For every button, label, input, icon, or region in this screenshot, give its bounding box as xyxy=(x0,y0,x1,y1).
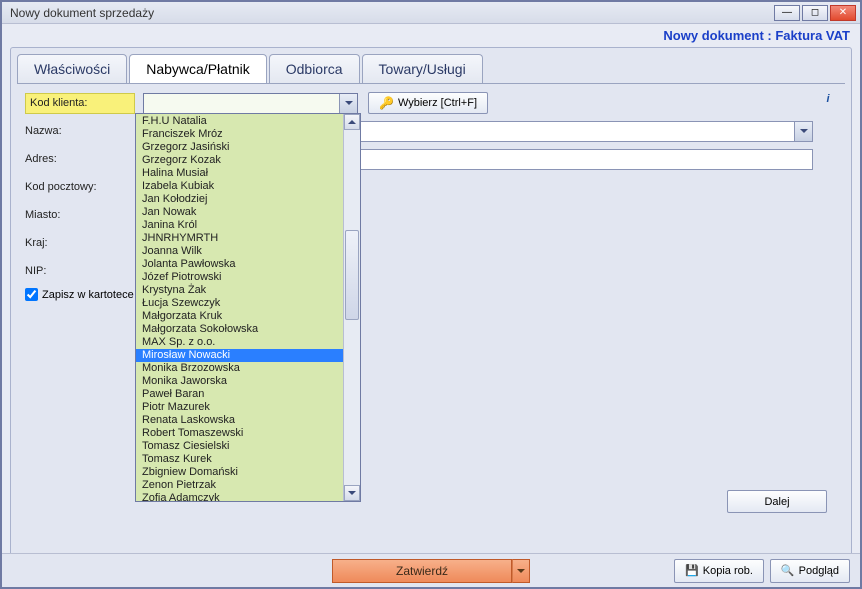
kod-klienta-dropdown-arrow[interactable] xyxy=(339,94,357,113)
zatwierdz-dropdown-arrow[interactable] xyxy=(512,559,530,583)
kopia-rob-button[interactable]: 💾 Kopia rob. xyxy=(674,559,764,583)
bottom-toolbar: Zatwierdź 💾 Kopia rob. 🔍 Podgląd xyxy=(2,553,860,587)
client-list-item[interactable]: Łucja Szewczyk xyxy=(136,297,343,310)
tab-odbiorca[interactable]: Odbiorca xyxy=(269,54,360,83)
client-list-item[interactable]: Józef Piotrowski xyxy=(136,271,343,284)
client-list-item[interactable]: JHNRHYMRTH xyxy=(136,232,343,245)
client-list-item[interactable]: Janina Król xyxy=(136,219,343,232)
client-list-item[interactable]: Paweł Baran xyxy=(136,388,343,401)
client-list-item[interactable]: Joanna Wilk xyxy=(136,245,343,258)
chevron-down-icon xyxy=(345,99,353,107)
client-list-item[interactable]: Zofia Adamczyk xyxy=(136,492,343,501)
scroll-down-arrow[interactable] xyxy=(344,485,360,501)
disk-icon: 💾 xyxy=(685,564,699,577)
search-icon: 🔑 xyxy=(379,96,394,110)
scroll-up-arrow[interactable] xyxy=(344,114,360,130)
zapisz-checkbox[interactable] xyxy=(25,288,38,301)
client-list-item[interactable]: Robert Tomaszewski xyxy=(136,427,343,440)
close-button[interactable]: ✕ xyxy=(830,5,856,21)
kod-klienta-input[interactable] xyxy=(144,94,339,113)
client-list-item[interactable]: Tomasz Ciesielski xyxy=(136,440,343,453)
kraj-label: Kraj: xyxy=(25,237,135,249)
info-icon[interactable]: i xyxy=(819,90,837,108)
scroll-thumb[interactable] xyxy=(345,230,359,320)
zatwierdz-button[interactable]: Zatwierdź xyxy=(332,559,512,583)
chevron-down-icon xyxy=(348,489,356,497)
chevron-down-icon xyxy=(800,127,808,135)
wybierz-button[interactable]: 🔑 Wybierz [Ctrl+F] xyxy=(368,92,488,114)
dropdown-scrollbar[interactable] xyxy=(343,114,360,501)
client-list-item[interactable]: Izabela Kubiak xyxy=(136,180,343,193)
nazwa-label: Nazwa: xyxy=(25,125,135,137)
client-list-item[interactable]: Jan Nowak xyxy=(136,206,343,219)
miasto-label: Miasto: xyxy=(25,209,135,221)
client-list-item[interactable]: Małgorzata Kruk xyxy=(136,310,343,323)
wybierz-button-label: Wybierz [Ctrl+F] xyxy=(398,97,477,109)
document-type-header: Nowy dokument : Faktura VAT xyxy=(2,24,860,45)
client-list-item[interactable]: MAX Sp. z o.o. xyxy=(136,336,343,349)
client-list-item[interactable]: Mirosław Nowacki xyxy=(136,349,343,362)
client-list-item[interactable]: Renata Laskowska xyxy=(136,414,343,427)
magnifier-icon: 🔍 xyxy=(781,564,795,577)
nazwa-dropdown-arrow[interactable] xyxy=(794,122,812,141)
client-list-item[interactable]: Krystyna Żak xyxy=(136,284,343,297)
chevron-down-icon xyxy=(517,567,525,575)
kopia-rob-label: Kopia rob. xyxy=(703,565,753,577)
client-dropdown-list: F.H.U NataliaFranciszek MrózGrzegorz Jas… xyxy=(135,113,361,502)
kod-klienta-label: Kod klienta: xyxy=(25,93,135,114)
zatwierdz-label: Zatwierdź xyxy=(396,564,448,578)
client-list-item[interactable]: Monika Brzozowska xyxy=(136,362,343,375)
client-list-item[interactable]: Monika Jaworska xyxy=(136,375,343,388)
client-list-item[interactable]: Małgorzata Sokołowska xyxy=(136,323,343,336)
nip-label: NIP: xyxy=(25,265,135,277)
tab-nabywca-platnik[interactable]: Nabywca/Płatnik xyxy=(129,54,267,83)
client-list-item[interactable]: Grzegorz Jasiński xyxy=(136,141,343,154)
client-list-item[interactable]: Jolanta Pawłowska xyxy=(136,258,343,271)
kod-klienta-combo[interactable] xyxy=(143,93,358,114)
minimize-button[interactable]: — xyxy=(774,5,800,21)
adres-label: Adres: xyxy=(25,153,135,165)
client-list-item[interactable]: Zbigniew Domański xyxy=(136,466,343,479)
podglad-label: Podgląd xyxy=(799,565,839,577)
kod-pocztowy-label: Kod pocztowy: xyxy=(25,181,135,193)
client-list-item[interactable]: Piotr Mazurek xyxy=(136,401,343,414)
tab-towary-uslugi[interactable]: Towary/Usługi xyxy=(362,54,483,83)
tab-wlasciwosci[interactable]: Właściwości xyxy=(17,54,127,83)
client-list-item[interactable]: Tomasz Kurek xyxy=(136,453,343,466)
dalej-container: Dalej xyxy=(727,490,827,513)
client-list-item[interactable]: Franciszek Mróz xyxy=(136,128,343,141)
client-list-item[interactable]: F.H.U Natalia xyxy=(136,115,343,128)
tab-body: i Kod klienta: 🔑 Wybierz [Ctrl+F] Nazwa: xyxy=(17,83,845,561)
podglad-button[interactable]: 🔍 Podgląd xyxy=(770,559,850,583)
zatwierdz-split-button[interactable]: Zatwierdź xyxy=(332,559,530,583)
dalej-button[interactable]: Dalej xyxy=(727,490,827,513)
client-list-item[interactable]: Jan Kołodziej xyxy=(136,193,343,206)
client-list-item[interactable]: Grzegorz Kozak xyxy=(136,154,343,167)
client-list-item[interactable]: Zenon Pietrzak xyxy=(136,479,343,492)
maximize-button[interactable]: ◻ xyxy=(802,5,828,21)
dalej-button-label: Dalej xyxy=(764,496,789,508)
window-title: Nowy dokument sprzedaży xyxy=(6,6,774,20)
main-panel: Właściwości Nabywca/Płatnik Odbiorca Tow… xyxy=(10,47,852,567)
chevron-up-icon xyxy=(348,118,356,126)
client-list-item[interactable]: Halina Musiał xyxy=(136,167,343,180)
titlebar: Nowy dokument sprzedaży — ◻ ✕ xyxy=(2,2,860,24)
